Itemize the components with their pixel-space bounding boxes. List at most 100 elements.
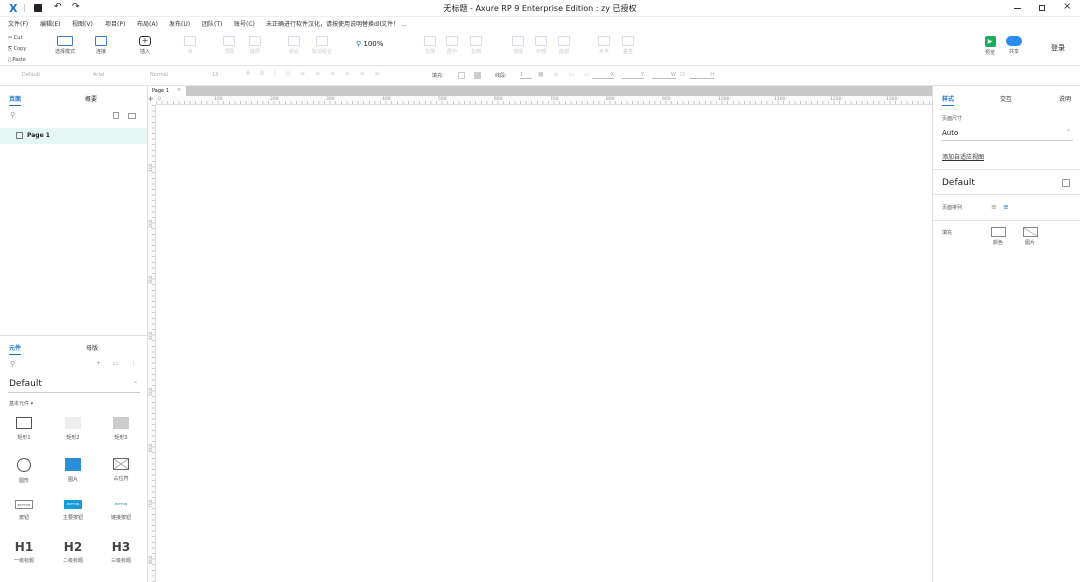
h-field[interactable]: H <box>690 72 714 79</box>
canvas-area: Page 1 × ✚ 0 100 200 300 400 500 600 700 800 900 1… <box>148 86 932 582</box>
basic-widgets-section[interactable]: 基本元件 ▾ <box>9 400 33 407</box>
fill-image-button[interactable]: 图片 <box>1010 227 1050 246</box>
widget-heading-3[interactable]: H3 三级标题 <box>101 540 141 564</box>
weight-dropdown[interactable]: Normal <box>150 72 168 78</box>
library-actions-icon[interactable]: + ▭ ⋮ <box>96 360 142 367</box>
widget-heading-1[interactable]: H1 一级标题 <box>4 540 44 564</box>
line-width-field[interactable]: 1 <box>520 72 532 79</box>
widget-label: 主要按钮 <box>62 515 83 521</box>
menu-edit[interactable]: 编辑(E) <box>40 19 60 28</box>
y-field[interactable]: Y <box>622 72 644 79</box>
zoom-control[interactable]: ⚲ 100% <box>356 40 383 48</box>
share-button[interactable]: 共享 <box>999 36 1029 55</box>
menu-publish[interactable]: 发布(U) <box>169 19 190 28</box>
fill-color-swatch[interactable] <box>458 72 465 79</box>
tab-interactions[interactable]: 交互 <box>1000 94 1012 103</box>
bring-front-icon <box>223 36 235 46</box>
tab-outline[interactable]: 概要 <box>85 94 97 103</box>
align-bottom-label: 底部 <box>558 49 569 55</box>
ruler-h-tick-label: 500 <box>438 97 447 102</box>
align-center-icon[interactable]: ≡ <box>1003 203 1009 211</box>
widget-button[interactable]: BUTTON 按钮 <box>4 500 44 521</box>
tab-close-icon[interactable]: × <box>177 87 181 93</box>
ruler-origin-icon[interactable]: ✚ <box>148 96 153 103</box>
align-middle-icon <box>535 36 547 46</box>
ruler-v-tick-label: 600 <box>149 443 154 452</box>
page-search-icon[interactable]: ⚲ <box>10 111 15 119</box>
page-size-arrow-icon[interactable]: ⌃ <box>1066 129 1071 136</box>
menu-team[interactable]: 团队(T) <box>202 19 222 28</box>
widget-link-button[interactable]: BUTTON 链接按钮 <box>101 500 141 521</box>
canvas-tab[interactable]: Page 1 × <box>148 86 186 96</box>
add-adaptive-view-link[interactable]: 添加自适应视图 <box>942 152 984 161</box>
distribute-v-label: 垂直 <box>622 49 633 55</box>
page-list-item[interactable]: Page 1 <box>0 128 147 144</box>
w-label: W <box>671 72 676 78</box>
restore-icon[interactable] <box>1039 5 1045 11</box>
widget-rectangle-1[interactable]: 矩形1 <box>4 417 44 441</box>
link-button-icon: BUTTON <box>114 502 128 506</box>
send-back-label: 底层 <box>249 49 260 55</box>
tab-style[interactable]: 样式 <box>942 94 955 106</box>
group-button[interactable]: 组合 <box>279 36 309 55</box>
minimize-icon[interactable] <box>1014 8 1021 9</box>
tab-masters[interactable]: 母版 <box>86 343 98 352</box>
widget-heading-2[interactable]: H2 二级标题 <box>53 540 93 564</box>
w-field[interactable]: W <box>652 72 676 79</box>
format-bar: Default Arial Normal 13 A B I U ≡ ≡ ≡ ≡ … <box>0 66 1080 86</box>
x-field[interactable]: X <box>592 72 614 79</box>
add-page-icon[interactable] <box>113 112 119 119</box>
ungroup-button[interactable]: 取消组合 <box>307 36 337 55</box>
widget-image[interactable]: 图片 <box>53 458 93 483</box>
section-divider <box>933 169 1080 170</box>
login-button[interactable]: 登录 <box>1051 43 1065 53</box>
send-back-button[interactable]: 底层 <box>240 36 270 55</box>
widget-search-icon[interactable]: ⚲ <box>10 360 15 368</box>
ruler-v-tick-label: 800 <box>149 555 154 564</box>
page-size-dropdown[interactable]: Auto <box>942 129 958 137</box>
library-dropdown[interactable]: Default <box>9 379 42 389</box>
widget-rectangle-2[interactable]: 矩形2 <box>53 417 93 441</box>
tab-notes[interactable]: 说明 <box>1059 94 1071 103</box>
font-dropdown[interactable]: Arial <box>93 72 104 78</box>
tab-pages[interactable]: 页面 <box>9 94 22 106</box>
library-dropdown-arrow-icon[interactable]: ⌃ <box>133 381 138 388</box>
menu-bar: 文件(F) 编辑(E) 视图(V) 项目(P) 布局(A) 发布(U) 团队(T… <box>0 17 1080 30</box>
tab-widgets[interactable]: 元件 <box>9 343 22 355</box>
connect-button[interactable]: 连接 <box>86 36 116 55</box>
menu-view[interactable]: 视图(V) <box>72 19 93 28</box>
fill-image-swatch[interactable] <box>474 72 481 79</box>
style-manage-icon[interactable] <box>1062 179 1070 187</box>
add-folder-icon[interactable] <box>128 113 136 119</box>
widget-primary-button[interactable]: BUTTON 主要按钮 <box>53 500 93 521</box>
cut-label: Cut <box>13 35 23 41</box>
line-label: 线段: <box>495 73 507 79</box>
align-left-icon[interactable]: ≡ <box>991 203 997 211</box>
ruler-h-tick-label: 300 <box>326 97 335 102</box>
select-mode-button[interactable]: 选择模式 <box>50 36 80 55</box>
menu-project[interactable]: 项目(P) <box>105 19 125 28</box>
style-dropdown[interactable]: Default <box>22 72 40 78</box>
lock-ratio-icon[interactable]: ⊡ <box>680 71 685 78</box>
primary-button-icon: BUTTON <box>64 500 82 509</box>
page-icon <box>16 132 23 139</box>
menu-layout[interactable]: 布局(A) <box>137 19 158 28</box>
menu-account[interactable]: 账号(C) <box>234 19 255 28</box>
widget-ellipse[interactable]: 圆形 <box>4 458 44 484</box>
distribute-v-button[interactable]: 垂直 <box>613 36 643 55</box>
rectangle-light-icon <box>65 417 81 429</box>
widget-rectangle-3[interactable]: 矩形3 <box>101 417 141 441</box>
insert-button[interactable]: + 插入 <box>130 36 160 55</box>
point-button[interactable]: 点 <box>175 36 205 55</box>
font-size-field[interactable]: 13 <box>212 72 218 78</box>
align-bottom-button[interactable]: 底部 <box>549 36 579 55</box>
widget-placeholder[interactable]: 占位符 <box>101 458 141 482</box>
menu-file[interactable]: 文件(F) <box>8 19 28 28</box>
copy-button[interactable]: ⎘ Copy <box>8 44 26 55</box>
ruler-v-tick-label: 400 <box>149 331 154 340</box>
close-icon[interactable]: × <box>1063 1 1071 12</box>
fill-image-label: 图片 <box>1024 240 1035 246</box>
paste-button[interactable]: ▯ Paste <box>8 55 26 66</box>
align-right-button[interactable]: 右侧 <box>461 36 491 55</box>
cut-button[interactable]: ✂ Cut <box>8 33 26 44</box>
